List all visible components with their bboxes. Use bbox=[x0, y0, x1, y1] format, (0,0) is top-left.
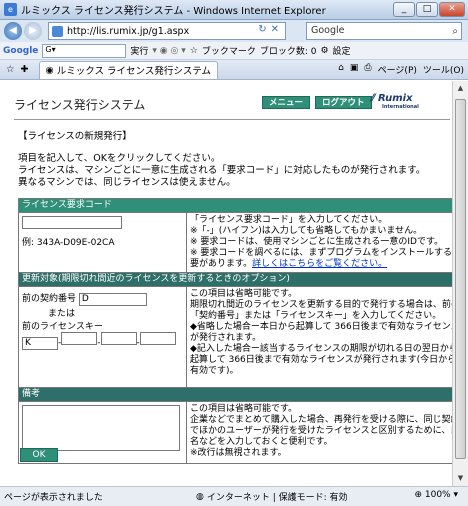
favorites-star-icon[interactable]: ☆ bbox=[6, 64, 15, 75]
feed-icon[interactable]: ▣ bbox=[350, 63, 359, 76]
maximize-button[interactable]: □ bbox=[416, 2, 438, 17]
url-field[interactable]: http://lis.rumix.jp/g1.aspx ↻✕ bbox=[48, 22, 286, 40]
zoom-icon: ⊕ bbox=[414, 490, 425, 500]
search-icon[interactable]: ⌕ bbox=[452, 24, 458, 40]
globe-icon: ◍ bbox=[196, 491, 204, 502]
logo-mark-icon: ⫽ bbox=[370, 93, 378, 104]
status-bar: ページが表示されました ◍ インターネット | 保護モード: 有効 ⊕ 100%… bbox=[0, 486, 468, 506]
ie-icon: e bbox=[4, 3, 17, 16]
system-name: ライセンス発行システム bbox=[14, 98, 146, 112]
google-search-box[interactable]: G▾ bbox=[42, 43, 127, 58]
tab-label: ルミックス ライセンス発行システム bbox=[56, 66, 212, 77]
tools-menu[interactable]: ツール(O) bbox=[423, 63, 464, 76]
prev-contract-input[interactable]: D bbox=[78, 293, 147, 306]
details-link[interactable]: 詳しくはこちらをご覧ください。 bbox=[252, 259, 387, 269]
refresh-icon[interactable]: ↻ bbox=[258, 24, 270, 35]
section-renewal-header: 更新対象(期限切れ間近のライセンスを更新するときのオプション) bbox=[18, 272, 452, 287]
logo-subtext: International bbox=[382, 104, 419, 110]
help-line: 企業などでまとめて購入した場合、再発行を受ける際に、同じ契約でほかのユーザーが発… bbox=[190, 415, 452, 447]
rumix-logo: ⫽ Rumix International bbox=[370, 93, 419, 110]
notes-help: この項目は省略可能です。 企業などでまとめて購入した場合、再発行を受ける際に、同… bbox=[186, 401, 452, 464]
home-icon[interactable]: ⌂ bbox=[338, 63, 344, 76]
page-heading: 【ライセンスの新規発行】 bbox=[18, 131, 132, 142]
license-key-part-1[interactable]: K bbox=[22, 337, 58, 350]
page-icon bbox=[52, 25, 63, 37]
menu-button[interactable]: メニュー bbox=[262, 96, 311, 109]
page-menu[interactable]: ページ(P) bbox=[378, 63, 417, 76]
print-icon[interactable]: ⎙ bbox=[364, 63, 371, 76]
window-titlebar: e ルミックス ライセンス発行システム - Windows Internet E… bbox=[0, 0, 468, 20]
notes-textarea[interactable] bbox=[22, 405, 180, 451]
url-text: http://lis.rumix.jp/g1.aspx bbox=[67, 25, 190, 37]
toolbar-icons[interactable]: ▾ ◉ ◎ ▾ bbox=[152, 46, 185, 56]
settings-button[interactable]: 設定 bbox=[333, 44, 351, 57]
logout-button[interactable]: ログアウト bbox=[315, 96, 372, 109]
close-button[interactable]: ✕ bbox=[439, 2, 465, 17]
scroll-thumb[interactable] bbox=[455, 99, 466, 459]
star-icon[interactable]: ☆ bbox=[190, 46, 198, 56]
back-button[interactable]: ◀ bbox=[4, 22, 22, 40]
prev-key-label: 前のライセンスキー bbox=[22, 322, 103, 332]
divider bbox=[14, 119, 450, 120]
renewal-help: この項目は省略可能です。 期限切れ間近のライセンスを更新する目的で発行する場合は… bbox=[186, 286, 452, 388]
forward-button[interactable]: ▶ bbox=[24, 22, 42, 40]
help-line: ◆記入した場合ー該当するライセンスの期限が切れる日の翌日から起算して 366日後… bbox=[190, 344, 452, 376]
section-request-code-header: ライセンス要求コード bbox=[18, 198, 452, 213]
tab-bar: ☆ ✚ ◉ ルミックス ライセンス発行システム ⌂ ▣ ⎙ ページ(P) ツール… bbox=[0, 60, 468, 80]
help-line: ※改行は無視されます。 bbox=[190, 448, 287, 458]
prev-contract-label: 前の契約番号 bbox=[22, 294, 77, 304]
search-input[interactable]: Google ⌕ bbox=[306, 22, 462, 40]
logo-text: Rumix bbox=[377, 93, 413, 104]
address-toolbar: ◀ ▶ http://lis.rumix.jp/g1.aspx ↻✕ Googl… bbox=[0, 20, 468, 42]
wrench-icon[interactable]: ⚙ bbox=[320, 46, 328, 56]
google-go-button[interactable]: 実行 bbox=[130, 44, 148, 57]
request-code-example: 例: 343A-D09E-02CA bbox=[22, 238, 115, 248]
stop-icon[interactable]: ✕ bbox=[271, 24, 283, 35]
help-line: 「ライセンス要求コード」を入力してください。 bbox=[190, 215, 388, 225]
license-key-part-2[interactable] bbox=[61, 332, 98, 345]
google-toolbar: Google G▾ 実行 ▾ ◉ ◎ ▾ ☆ ブックマーク ブロック数: 0 ⚙… bbox=[0, 42, 468, 60]
tab-page-icon: ◉ bbox=[45, 64, 54, 76]
ok-button[interactable]: OK bbox=[20, 448, 58, 462]
window-title: ルミックス ライセンス発行システム - Windows Internet Exp… bbox=[21, 6, 326, 17]
add-favorite-icon[interactable]: ✚ bbox=[21, 64, 29, 75]
license-key-part-4[interactable] bbox=[139, 332, 176, 345]
bookmarks-button[interactable]: ブックマーク bbox=[202, 44, 256, 57]
page-content: ライセンス発行システム メニュー ログアウト ⫽ Rumix Internati… bbox=[0, 81, 452, 486]
request-code-help: 「ライセンス要求コード」を入力してください。 ※「-」(ハイフン)は入力しても省… bbox=[186, 212, 452, 273]
status-text: ページが表示されました bbox=[4, 493, 103, 503]
help-line: ※ 要求コードは、使用マシンごとに生成される一意のIDです。 bbox=[190, 237, 444, 247]
request-code-input[interactable] bbox=[22, 216, 122, 229]
scroll-up-icon[interactable]: ▲ bbox=[453, 81, 468, 96]
zone-text: インターネット | 保護モード: 有効 bbox=[206, 493, 348, 503]
minimize-button[interactable]: _ bbox=[393, 2, 415, 17]
tab-active[interactable]: ◉ ルミックス ライセンス発行システム bbox=[38, 60, 219, 79]
help-line: ◆省略した場合ー本日から起算して 366日後まで有効なライセンスが発行されます。 bbox=[190, 322, 452, 343]
intro-line: 項目を記入して、OKをクリックしてください。 bbox=[18, 153, 221, 164]
zoom-control[interactable]: ⊕ 100% ▾ bbox=[414, 490, 458, 500]
help-line: ※「-」(ハイフン)は入力しても省略してもかまいません。 bbox=[190, 226, 423, 236]
zoom-level: 100% bbox=[424, 490, 451, 500]
search-placeholder: Google bbox=[311, 25, 345, 36]
section-notes-header: 備考 bbox=[18, 387, 452, 402]
help-line: この項目は省略可能です。 bbox=[190, 404, 298, 414]
intro-line: ライセンスは、マシンごとに一意に生成される「要求コード」に対応したものが発行され… bbox=[18, 165, 426, 176]
security-zone: ◍ インターネット | 保護モード: 有効 bbox=[196, 490, 348, 504]
license-key-part-3[interactable] bbox=[100, 332, 137, 345]
scroll-down-icon[interactable]: ▼ bbox=[453, 471, 468, 486]
google-logo: Google bbox=[3, 45, 39, 56]
or-label: または bbox=[48, 309, 76, 319]
vertical-scrollbar[interactable]: ▲ ▼ bbox=[452, 81, 468, 486]
intro-line: 異なるマシンでは、同じライセンスは使えません。 bbox=[18, 177, 236, 188]
intro-text: 項目を記入して、OKをクリックしてください。 ライセンスは、マシンごとに一意に生… bbox=[18, 153, 425, 189]
license-form: ライセンス要求コード 例: 343A-D09E-02CA 「ライセンス要求コード… bbox=[18, 198, 452, 464]
help-line: この項目は省略可能です。 bbox=[190, 289, 298, 299]
popup-blocker[interactable]: ブロック数: 0 bbox=[260, 44, 317, 57]
help-line: 期限切れ間近のライセンスを更新する目的で発行する場合は、前の「契約番号」または「… bbox=[190, 300, 452, 321]
